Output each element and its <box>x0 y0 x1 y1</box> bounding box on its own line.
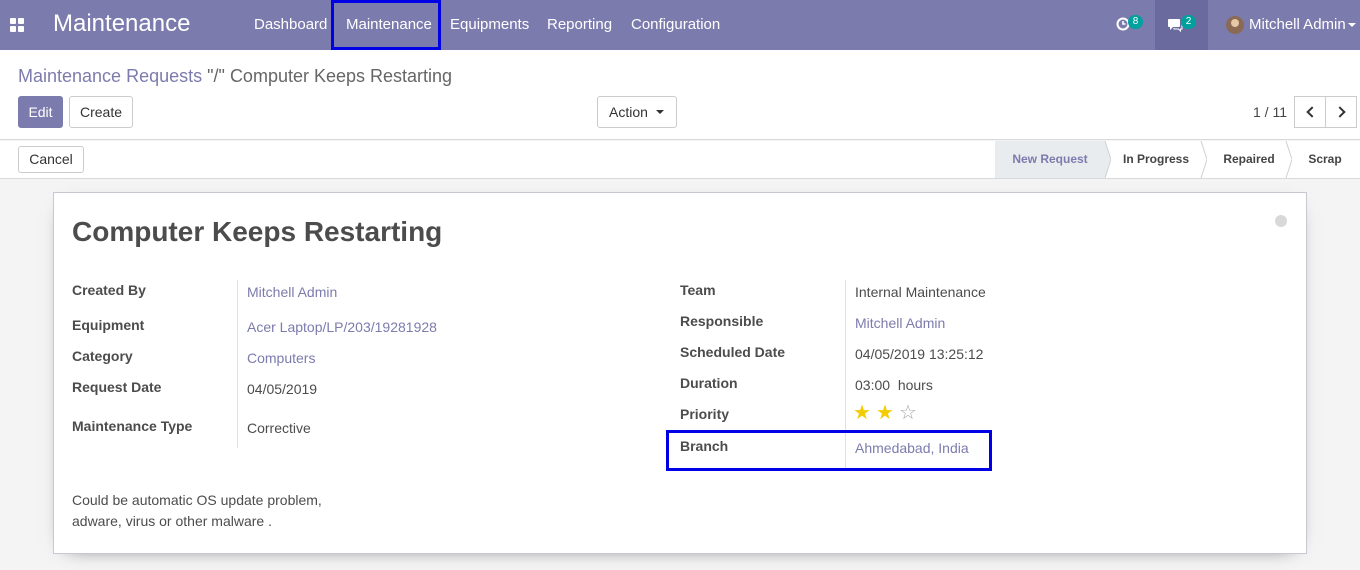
field-label-duration: Duration <box>680 375 738 391</box>
chevron-left-icon <box>1306 106 1318 118</box>
field-label-equipment: Equipment <box>72 317 145 333</box>
stage-arrow-separator <box>1099 141 1111 178</box>
pager-value[interactable]: 1 / 11 <box>1253 104 1287 120</box>
priority-star-icon[interactable]: ☆ <box>899 403 917 423</box>
priority-star-icon[interactable]: ★ <box>876 403 894 423</box>
user-menu-name[interactable]: Mitchell Admin <box>1249 0 1346 50</box>
control-panel: Maintenance Requests "/" Computer Keeps … <box>0 50 1360 140</box>
action-caret-icon <box>656 110 664 114</box>
stage-arrow-separator <box>1285 141 1292 178</box>
field-duration[interactable]: 03:00 hours <box>855 377 933 393</box>
field-label-request-date: Request Date <box>72 379 162 395</box>
stage-arrow-separator <box>1200 141 1207 178</box>
description-line: adware, virus or other malware . <box>72 513 272 529</box>
menu-dashboard[interactable]: Dashboard <box>254 0 327 50</box>
menu-reporting[interactable]: Reporting <box>547 0 612 50</box>
field-label-maintenance-type: Maintenance Type <box>72 418 193 434</box>
stage-repaired[interactable]: Repaired <box>1207 141 1291 178</box>
label-column-divider <box>237 280 238 448</box>
user-menu-caret-icon[interactable] <box>1348 23 1356 27</box>
field-category[interactable]: Computers <box>247 350 315 366</box>
status-bar: Cancel New Request In Progress Repaired … <box>0 141 1360 179</box>
create-button[interactable]: Create <box>69 96 133 128</box>
description-line: Could be automatic OS update problem, <box>72 492 322 508</box>
field-scheduled-date[interactable]: 04/05/2019 13:25:12 <box>855 346 983 362</box>
pager-previous-button[interactable] <box>1294 96 1326 128</box>
record-title: Computer Keeps Restarting <box>72 216 443 247</box>
apps-menu-icon[interactable] <box>10 18 24 32</box>
top-navbar: Maintenance Dashboard Maintenance Equipm… <box>0 0 1360 50</box>
edit-button[interactable]: Edit <box>18 96 63 128</box>
field-label-category: Category <box>72 348 133 364</box>
field-maintenance-type[interactable]: Corrective <box>247 420 311 436</box>
user-avatar[interactable] <box>1226 16 1244 34</box>
app-title: Maintenance <box>53 10 191 37</box>
breadcrumb-parent[interactable]: Maintenance Requests <box>18 66 202 86</box>
field-created-by[interactable]: Mitchell Admin <box>247 284 337 300</box>
activity-menu[interactable]: 8 <box>1108 0 1148 50</box>
menu-equipments[interactable]: Equipments <box>450 0 529 50</box>
stage-new-request[interactable]: New Request <box>995 141 1105 178</box>
description[interactable]: Could be automatic OS update problem, ad… <box>72 490 322 532</box>
stage-in-progress[interactable]: In Progress <box>1111 141 1201 178</box>
chevron-right-icon <box>1334 106 1346 118</box>
field-responsible[interactable]: Mitchell Admin <box>855 315 945 331</box>
activity-count-badge: 8 <box>1128 15 1143 29</box>
action-label: Action <box>609 104 648 120</box>
highlight-box-branch-field <box>666 430 992 471</box>
field-label-priority: Priority <box>680 406 730 422</box>
field-label-team: Team <box>680 282 716 298</box>
field-label-scheduled-date: Scheduled Date <box>680 344 786 360</box>
field-label-created-by: Created By <box>72 282 146 298</box>
breadcrumb-separator: "/" <box>207 66 225 86</box>
menu-configuration[interactable]: Configuration <box>631 0 720 50</box>
field-equipment[interactable]: Acer Laptop/LP/203/19281928 <box>247 319 437 335</box>
field-label-responsible: Responsible <box>680 313 764 329</box>
breadcrumb-current: Computer Keeps Restarting <box>229 66 453 86</box>
kanban-state-icon[interactable] <box>1275 215 1287 227</box>
pager-next-button[interactable] <box>1325 96 1357 128</box>
messaging-menu[interactable]: 2 <box>1155 0 1208 50</box>
highlight-box-maintenance-menu <box>331 0 441 50</box>
field-request-date[interactable]: 04/05/2019 <box>247 381 317 397</box>
stage-scrap[interactable]: Scrap <box>1292 141 1358 178</box>
field-team[interactable]: Internal Maintenance <box>855 284 986 300</box>
action-dropdown[interactable]: Action <box>597 96 677 128</box>
message-count-badge: 2 <box>1181 15 1196 29</box>
cancel-button[interactable]: Cancel <box>18 146 84 173</box>
priority-star-icon[interactable]: ★ <box>853 403 871 423</box>
breadcrumb: Maintenance Requests "/" Computer Keeps … <box>18 66 452 87</box>
